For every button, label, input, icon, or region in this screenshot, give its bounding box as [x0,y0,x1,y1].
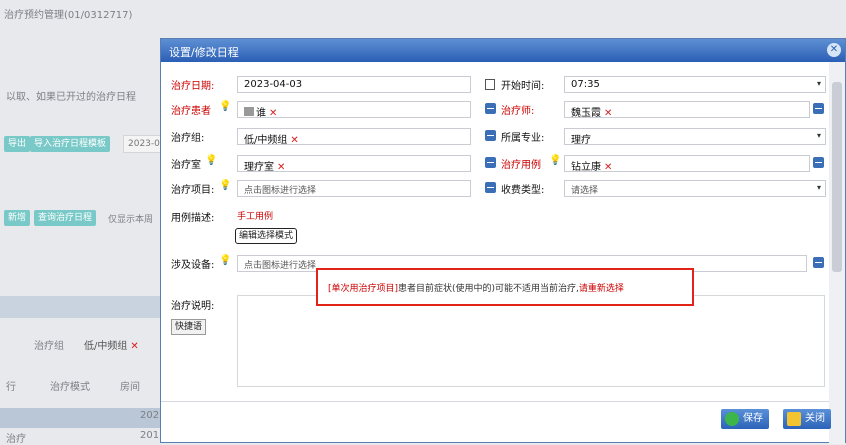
chevron-down-icon: ▾ [816,79,821,88]
quick-phrase-button[interactable]: 快捷语 [171,319,207,335]
fee-type-label: 收费类型: [501,185,545,196]
chevron-down-icon: ▾ [816,131,821,140]
save-button[interactable]: 保存 [721,409,769,429]
therapist-label: 治疗师: [501,106,535,117]
room-picker-icon[interactable] [485,157,496,168]
bg-import-template-button[interactable]: 导入治疗日程模板 [30,136,111,152]
calendar-icon[interactable] [485,79,495,90]
lightbulb-icon[interactable]: 💡 [219,255,231,266]
equipment-picker-icon[interactable] [813,257,824,268]
notes-label: 治疗说明: [171,301,215,312]
lightbulb-icon[interactable]: 💡 [549,155,561,166]
therapist-field[interactable]: 魏玉霞 ✕ [564,101,810,119]
remove-room-icon[interactable]: ✕ [277,162,285,173]
close-label: 关闭 [805,413,825,424]
bg-row-label: 治疗组 [34,341,64,352]
check-icon [725,412,739,426]
group-field[interactable]: 低/中频组 ✕ [237,128,471,146]
chevron-down-icon: ▾ [816,183,821,192]
bg-footer-band [0,408,160,428]
remove-group-icon[interactable]: ✕ [290,135,298,146]
fee-type-select[interactable]: 请选择 ▾ [564,180,826,197]
warning-part-1: [单次用治疗项目] [328,284,399,294]
remove-case-icon[interactable]: ✕ [604,162,612,173]
specialty-value: 理疗 [571,135,591,146]
save-label: 保存 [743,413,763,424]
case-picker-icon[interactable] [813,157,824,168]
bg-note: 仅显示本周 [108,215,154,225]
warning-part-3: 请重新选择 [578,284,624,294]
patient-tag: 谁 ✕ [244,104,277,119]
patient-label: 治疗患者 [171,106,211,117]
therapist-picker-icon[interactable] [813,103,824,114]
case-desc-value: 手工用例 [237,212,274,222]
dialog-scrollbar[interactable] [829,62,845,444]
item-label: 治疗项目: [171,185,215,196]
bg-col-3: 房间 [120,382,140,393]
room-field[interactable]: 理疗室 ✕ [237,155,471,173]
remove-patient-icon[interactable]: ✕ [269,108,277,119]
case-desc-label: 用例描述: [171,213,215,224]
case-field[interactable]: 钻立康 ✕ [564,155,810,173]
lightbulb-icon[interactable]: 💡 [219,101,231,112]
bg-description: 以取、如果已开过的治疗日程 [6,92,136,103]
warning-message: [单次用治疗项目]患者目前症状(使用中的)可能不适用当前治疗,请重新选择 [328,281,624,294]
bg-col-1: 行 [6,382,16,393]
remove-therapist-icon[interactable]: ✕ [604,108,612,119]
equipment-placeholder: 点击图标进行选择 [244,261,317,271]
room-tag: 理疗室 ✕ [244,162,286,173]
bg-page-title: 治疗预约管理(01/0312717) [4,10,133,21]
date-label: 治疗日期: [171,81,215,92]
equipment-label: 涉及设备: [171,260,215,271]
lightbulb-icon[interactable]: 💡 [219,180,231,191]
patient-field[interactable]: 谁 ✕ [237,101,471,119]
footer-divider [161,401,829,402]
lightbulb-icon[interactable]: 💡 [205,155,217,166]
patient-avatar [244,107,254,116]
start-time-value: 07:35 [571,79,600,90]
bg-date-input[interactable]: 2023-0 [123,135,165,153]
date-value: 2023-04-03 [244,79,303,90]
edit-mode-button[interactable]: 编辑选择模式 [235,228,298,244]
case-label: 治疗用例 [501,160,541,171]
group-tag: 低/中频组 ✕ [244,135,299,146]
notes-textarea[interactable] [237,295,825,387]
group-label: 治疗组: [171,133,205,144]
bg-section-band [0,296,160,318]
bg-export-button[interactable]: 导出 [4,136,31,152]
bg-num-2: 201 [140,430,160,441]
scrollbar-thumb[interactable] [832,82,842,272]
warning-popup: [单次用治疗项目]患者目前症状(使用中的)可能不适用当前治疗,请重新选择 [316,268,694,306]
schedule-dialog: 设置/修改日程 ✕ 治疗日期: 2023-04-03 开始时间: 07:35 ▾… [160,38,846,444]
bg-row-value: 低/中频组 ✕ [84,341,139,352]
fee-type-placeholder: 请选择 [571,186,599,196]
start-time-label: 开始时间: [501,81,545,92]
item-placeholder: 点击图标进行选择 [244,186,317,196]
specialty-select[interactable]: 理疗 ▾ [564,128,826,146]
close-icon[interactable]: ✕ [827,43,841,57]
bg-num-1: 202 [140,410,160,421]
bg-col-2: 治疗模式 [50,382,90,393]
warning-part-2: 患者目前症状(使用中的)可能不适用当前治疗, [398,284,579,294]
date-field[interactable]: 2023-04-03 [237,76,471,93]
item-picker-icon[interactable] [485,182,496,193]
start-time-select[interactable]: 07:35 ▾ [564,76,826,93]
dialog-title: 设置/修改日程 [169,46,239,59]
room-label: 治疗室 [171,160,201,171]
item-field[interactable]: 点击图标进行选择 [237,180,471,197]
bg-query-button[interactable]: 查询治疗日程 [34,210,97,226]
group-picker-icon[interactable] [485,130,496,141]
therapist-tag: 魏玉霞 ✕ [571,108,613,119]
lock-icon [787,412,801,426]
patient-picker-icon[interactable] [485,103,496,114]
specialty-label: 所属专业: [501,133,545,144]
close-button[interactable]: 关闭 [783,409,831,429]
bg-add-button[interactable]: 新增 [4,210,31,226]
case-tag: 钻立康 ✕ [571,162,613,173]
dialog-title-bar[interactable]: 设置/修改日程 ✕ [161,39,845,62]
